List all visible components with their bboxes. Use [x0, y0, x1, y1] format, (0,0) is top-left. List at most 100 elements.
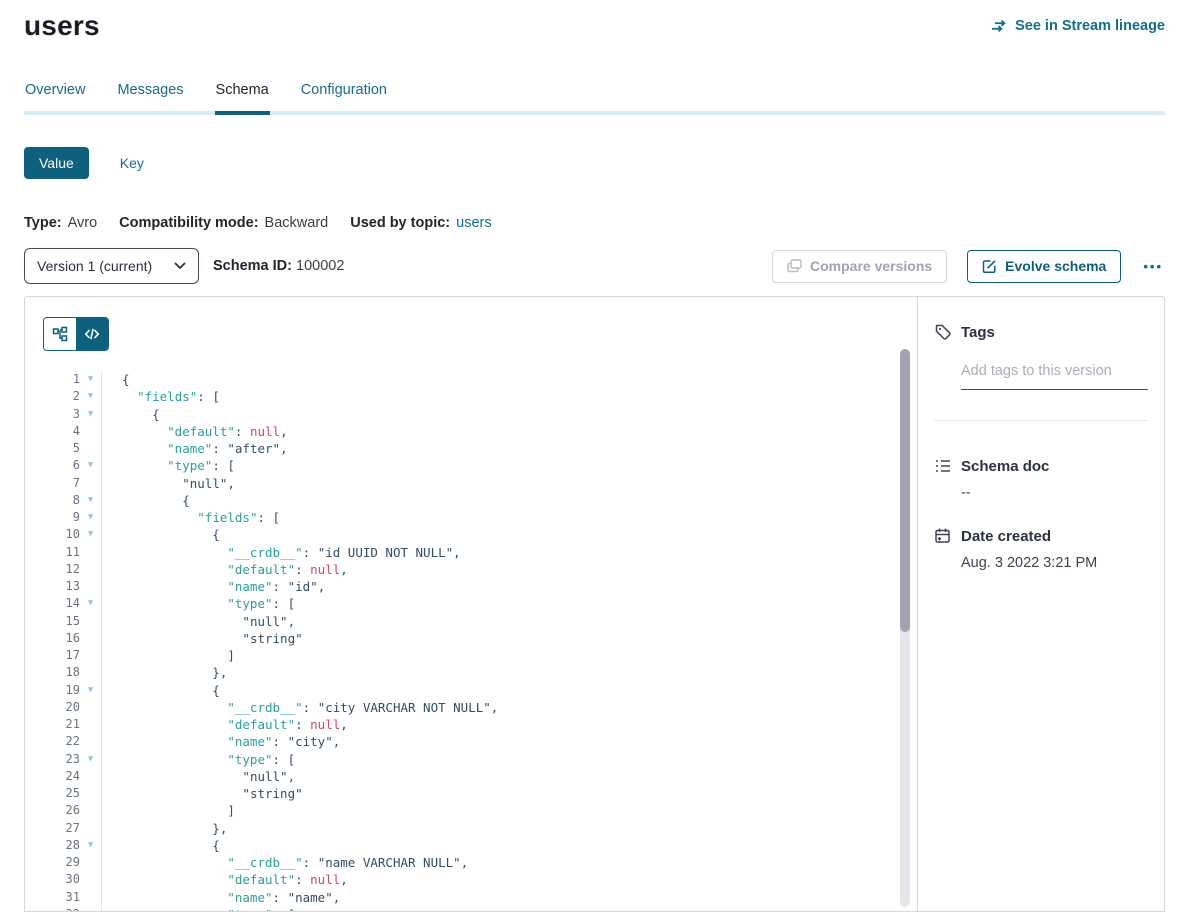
fold-arrow-icon[interactable]: ▼	[80, 595, 102, 612]
code-text: "name": "id",	[102, 578, 325, 595]
code-scrollbar-thumb[interactable]	[900, 349, 910, 632]
fold-gutter	[80, 820, 102, 837]
fold-arrow-icon[interactable]: ▼	[80, 371, 102, 388]
code-line: 7 "null",	[43, 475, 917, 492]
schema-id-value: 100002	[296, 258, 344, 274]
type-label: Type:	[24, 215, 62, 231]
code-text: {	[102, 682, 220, 699]
code-line: 13 "name": "id",	[43, 578, 917, 595]
fold-arrow-icon[interactable]: ▼	[80, 457, 102, 474]
fold-arrow-icon[interactable]: ▼	[80, 751, 102, 768]
line-number: 6	[43, 457, 80, 474]
version-toolbar: Version 1 (current) Schema ID: 100002 Co…	[24, 248, 1165, 284]
code-line: 31 "name": "name",	[43, 889, 917, 906]
code-line: 17 ]	[43, 647, 917, 664]
fold-gutter	[80, 802, 102, 819]
schema-doc-section-header: Schema doc	[934, 457, 1148, 475]
code-line: 6▼ "type": [	[43, 457, 917, 474]
fold-arrow-icon[interactable]: ▼	[80, 388, 102, 405]
code-text: "name": "city",	[102, 733, 340, 750]
fold-arrow-icon[interactable]: ▼	[80, 906, 102, 911]
line-number: 24	[43, 768, 80, 785]
line-number: 28	[43, 837, 80, 854]
add-tags-input[interactable]	[961, 363, 1148, 390]
line-number: 8	[43, 492, 80, 509]
chevron-down-icon	[174, 262, 186, 270]
tab-messages[interactable]: Messages	[116, 82, 184, 111]
schema-doc-title: Schema doc	[961, 458, 1049, 475]
page-title: users	[24, 10, 100, 42]
value-toggle-button[interactable]: Value	[24, 147, 89, 179]
more-options-button[interactable]: •••	[1141, 259, 1165, 274]
value-key-toggle: Value Key	[24, 147, 1165, 179]
fold-arrow-icon[interactable]: ▼	[80, 682, 102, 699]
page-header: users See in Stream lineage	[24, 0, 1165, 42]
see-in-stream-lineage-link[interactable]: See in Stream lineage	[991, 18, 1165, 34]
compare-versions-icon	[787, 259, 802, 274]
line-number: 20	[43, 699, 80, 716]
code-text: },	[102, 664, 227, 681]
key-toggle-button[interactable]: Key	[105, 147, 159, 179]
compatibility-field: Compatibility mode: Backward	[119, 215, 328, 231]
fold-arrow-icon[interactable]: ▼	[80, 492, 102, 509]
topic-link[interactable]: users	[456, 215, 491, 231]
fold-gutter	[80, 561, 102, 578]
code-scrollbar-track[interactable]	[900, 349, 910, 907]
code-text: "null",	[102, 613, 295, 630]
line-number: 29	[43, 854, 80, 871]
tab-schema[interactable]: Schema	[215, 82, 270, 111]
line-number: 12	[43, 561, 80, 578]
tags-title: Tags	[961, 324, 995, 341]
tag-icon	[934, 323, 952, 341]
version-select[interactable]: Version 1 (current)	[24, 248, 199, 284]
fold-gutter	[80, 423, 102, 440]
code-text: "default": null,	[102, 423, 288, 440]
schema-panel: 1▼{2▼ "fields": [3▼ {4 "default": null,5…	[24, 296, 1165, 912]
code-text: "default": null,	[102, 561, 348, 578]
code-text: {	[102, 406, 160, 423]
list-icon	[934, 457, 952, 475]
code-line: 3▼ {	[43, 406, 917, 423]
code-text: ]	[102, 647, 235, 664]
code-text: {	[102, 371, 130, 388]
line-number: 14	[43, 595, 80, 612]
schema-doc-value: --	[961, 485, 1148, 501]
code-text: "string"	[102, 630, 303, 647]
line-number: 18	[43, 664, 80, 681]
code-view-button[interactable]	[76, 318, 108, 350]
evolve-schema-button[interactable]: Evolve schema	[967, 250, 1121, 283]
code-text: "type": [	[102, 457, 235, 474]
line-number: 23	[43, 751, 80, 768]
fold-arrow-icon[interactable]: ▼	[80, 509, 102, 526]
line-number: 31	[43, 889, 80, 906]
fold-gutter	[80, 785, 102, 802]
code-line: 22 "name": "city",	[43, 733, 917, 750]
code-text: },	[102, 820, 227, 837]
schema-code-pane: 1▼{2▼ "fields": [3▼ {4 "default": null,5…	[25, 297, 917, 911]
code-line: 5 "name": "after",	[43, 440, 917, 457]
line-number: 1	[43, 371, 80, 388]
line-number: 2	[43, 388, 80, 405]
tab-configuration[interactable]: Configuration	[300, 82, 388, 111]
tab-overview[interactable]: Overview	[24, 82, 86, 111]
compatibility-value: Backward	[265, 215, 329, 231]
fold-arrow-icon[interactable]: ▼	[80, 406, 102, 423]
edit-icon	[982, 259, 997, 274]
code-text: "__crdb__": "city VARCHAR NOT NULL",	[102, 699, 498, 716]
code-line: 19▼ {	[43, 682, 917, 699]
schema-page: users See in Stream lineage Overview Mes…	[0, 0, 1189, 912]
code-line: 2▼ "fields": [	[43, 388, 917, 405]
fold-gutter	[80, 578, 102, 595]
fold-gutter	[80, 768, 102, 785]
fold-gutter	[80, 630, 102, 647]
fold-arrow-icon[interactable]: ▼	[80, 526, 102, 543]
line-number: 5	[43, 440, 80, 457]
line-number: 26	[43, 802, 80, 819]
fold-arrow-icon[interactable]: ▼	[80, 837, 102, 854]
tree-view-button[interactable]	[44, 318, 76, 350]
calendar-plus-icon	[934, 527, 952, 545]
compare-versions-button[interactable]: Compare versions	[772, 250, 947, 283]
code-text: "null",	[102, 768, 295, 785]
fold-gutter	[80, 440, 102, 457]
line-number: 10	[43, 526, 80, 543]
